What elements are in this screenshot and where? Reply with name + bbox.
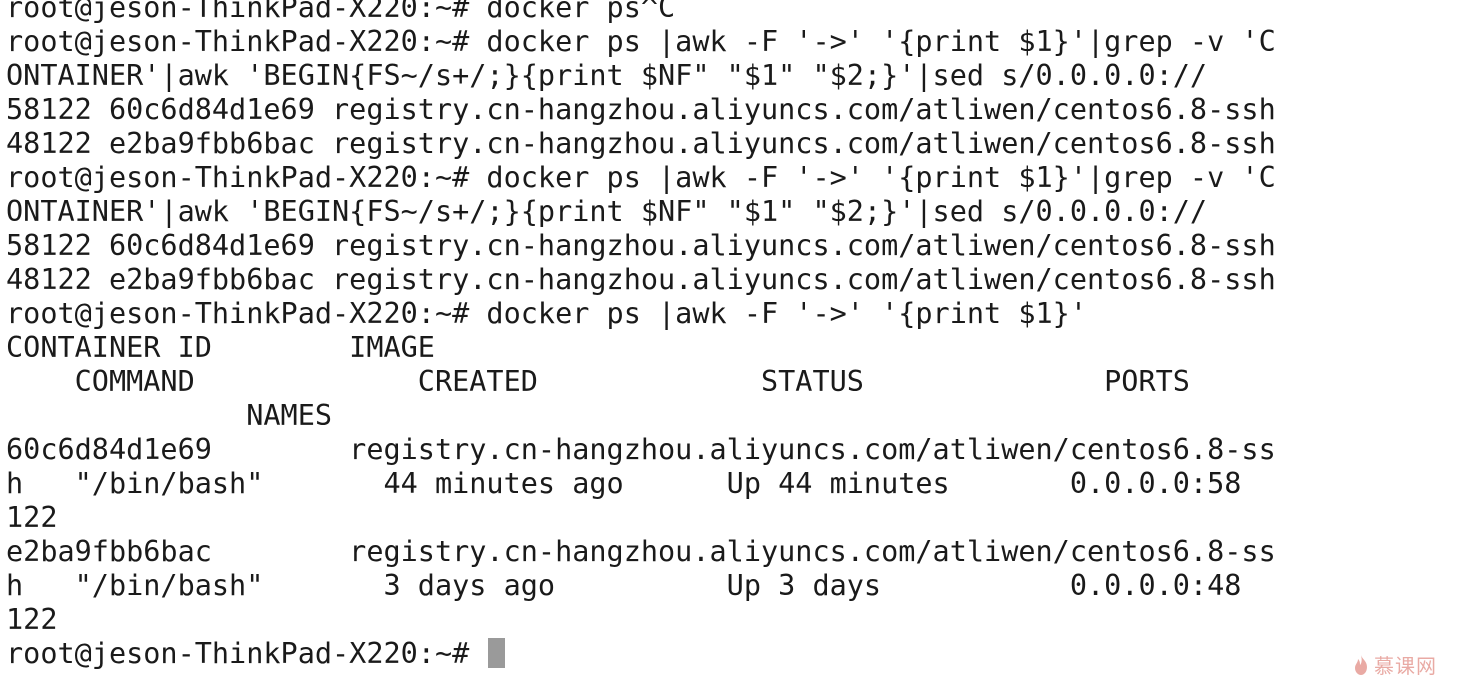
terminal-line: root@jeson-ThinkPad-X220:~# docker ps^C <box>6 0 676 24</box>
terminal-output: root@jeson-ThinkPad-X220:~# docker ps^C r… <box>6 0 1276 671</box>
terminal-line: NAMES <box>6 399 333 432</box>
terminal-line: COMMAND CREATED STATUS PORTS <box>6 365 1190 398</box>
terminal-line: root@jeson-ThinkPad-X220:~# docker ps |a… <box>6 297 1087 330</box>
terminal-line: h "/bin/bash" 3 days ago Up 3 days 0.0.0… <box>6 569 1242 602</box>
terminal-line: ONTAINER'|awk 'BEGIN{FS~/s+/;}{print $NF… <box>6 59 1208 92</box>
terminal-prompt-line[interactable]: root@jeson-ThinkPad-X220:~# <box>6 637 1276 671</box>
terminal-window[interactable]: root@jeson-ThinkPad-X220:~# docker ps^C r… <box>0 0 1465 689</box>
text-cursor <box>488 638 506 668</box>
terminal-line: 48122 e2ba9fbb6bac registry.cn-hangzhou.… <box>6 127 1276 160</box>
watermark-text: 慕课网 <box>1374 654 1437 678</box>
terminal-line: root@jeson-ThinkPad-X220:~# docker ps |a… <box>6 161 1276 194</box>
terminal-line: root@jeson-ThinkPad-X220:~# docker ps |a… <box>6 25 1276 58</box>
terminal-line: 122 <box>6 603 58 636</box>
flame-icon <box>1355 654 1367 675</box>
terminal-line: 60c6d84d1e69 registry.cn-hangzhou.aliyun… <box>6 433 1276 466</box>
terminal-line: 58122 60c6d84d1e69 registry.cn-hangzhou.… <box>6 229 1276 262</box>
shell-prompt: root@jeson-ThinkPad-X220:~# <box>6 637 487 670</box>
terminal-line: 48122 e2ba9fbb6bac registry.cn-hangzhou.… <box>6 263 1276 296</box>
terminal-line: ONTAINER'|awk 'BEGIN{FS~/s+/;}{print $NF… <box>6 195 1208 228</box>
terminal-line: h "/bin/bash" 44 minutes ago Up 44 minut… <box>6 467 1242 500</box>
watermark: 慕课网 <box>1352 650 1437 679</box>
terminal-line: e2ba9fbb6bac registry.cn-hangzhou.aliyun… <box>6 535 1276 568</box>
terminal-line: CONTAINER ID IMAGE <box>6 331 435 364</box>
terminal-line: 122 <box>6 501 58 534</box>
terminal-line: 58122 60c6d84d1e69 registry.cn-hangzhou.… <box>6 93 1276 126</box>
